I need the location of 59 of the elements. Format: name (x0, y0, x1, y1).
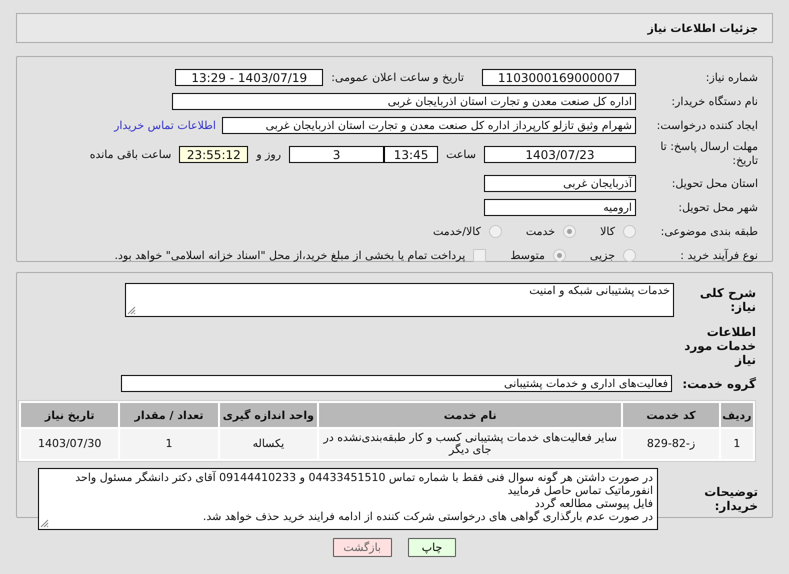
option-label: کالا (600, 224, 615, 238)
field-label: ساعت (446, 148, 476, 160)
option-label: جزیی (590, 248, 615, 262)
resize-grip-icon[interactable] (127, 306, 136, 315)
field-label: استان محل تحویل: (670, 176, 758, 190)
buyer-notes-field: در صورت داشتن هر گونه سوال فنی فقط با شماره تماس 04433451510 و 09144410233 آقای دکتر دانشگر مسئول واحد انفورماتیک تماس حاصل فرمایید فایل پیوستی مطالعه گردد در صورت عدم بارگذاری گواهی های درخواستی شرکت کننده از ادامه فرایند خرید حذف خواهد شد. (38, 468, 658, 530)
checkbox-label: پرداخت تمام یا بخشی از مبلغ خرید،از محل "اسناد خزانه اسلامی" خواهد بود. (114, 248, 466, 262)
field-label: گروه خدمت: (681, 376, 756, 390)
column-header: کد خدمت (623, 403, 719, 427)
field-label: ایجاد کننده درخواست: (656, 118, 758, 132)
option-label: کالا/خدمت (433, 224, 481, 238)
buyer-org-field: اداره کل صنعت معدن و تجارت استان اذربایجان غربی (172, 92, 636, 110)
announce-date-field: 1403/07/19 - 13:29 (175, 68, 324, 86)
radio-button[interactable] (488, 224, 502, 238)
field-label: توضیحات خریدار: (703, 485, 758, 513)
field-label: نام دستگاه خریدار: (670, 94, 758, 108)
back-button[interactable]: بازگشت (333, 538, 392, 557)
page-title: جزئیات اطلاعات نیاز (648, 22, 758, 34)
days-field: 3 (289, 146, 384, 162)
column-header: تعداد / مقدار (120, 403, 218, 427)
field-label: روز و (256, 148, 282, 160)
field-label: شرح کلی نیاز: (698, 286, 756, 314)
requester-field: شهرام وثیق تازلو کارپرداز اداره کل صنعت معدن و تجارت استان اذربایجان غربی (222, 116, 636, 134)
province-field: آذربایجان غربی (484, 174, 636, 192)
field-label: مهلت ارسال پاسخ: تا تاریخ: (659, 140, 758, 168)
description-field: خدمات پشتیبانی شبکه و امنیت (125, 283, 674, 317)
deadline-date-field: 1403/07/23 (484, 146, 636, 162)
resize-grip-icon[interactable] (40, 519, 49, 528)
city-field: ارومیه (484, 198, 636, 216)
table-cell: 1 (120, 429, 218, 459)
radio-button[interactable] (563, 224, 576, 238)
checkbox[interactable] (473, 248, 486, 262)
column-header: ردیف (720, 403, 753, 427)
field-label: شهر محل تحویل: (677, 200, 758, 214)
option-label: خدمت (526, 224, 556, 238)
radio-button[interactable] (552, 248, 566, 262)
field-label: نوع فرآیند خرید : (679, 248, 758, 262)
table-cell: سایر فعالیت‌های خدمات پشتیبانی کسب و کار طبقه‌بندی‌نشده در جای دیگر (319, 429, 622, 459)
field-label: شماره نیاز: (704, 70, 758, 84)
option-label: متوسط (510, 248, 545, 262)
need-number-field: 1103000169000007 (482, 68, 636, 86)
table-cell: یکساله (220, 429, 318, 459)
column-header: واحد اندازه گیری (220, 403, 318, 427)
radio-button[interactable] (623, 248, 636, 262)
section-heading: اطلاعات خدمات مورد نیاز (683, 325, 756, 367)
buyer-contact-link[interactable]: اطلاعات تماس خریدار (114, 118, 216, 132)
column-header: تاریخ نیاز (21, 403, 118, 427)
field-label: ساعت باقی مانده (90, 148, 172, 160)
remaining-time-field: 23:55:12 (179, 146, 248, 162)
field-label: تاریخ و ساعت اعلان عمومی: (331, 70, 464, 84)
radio-button[interactable] (623, 224, 636, 238)
print-button[interactable]: چاپ (408, 538, 456, 557)
field-label: طبقه بندی موضوعی: (660, 224, 758, 238)
table-cell: 1 (720, 429, 753, 459)
deadline-time-field: 13:45 (384, 146, 438, 162)
table-cell: ز-82-829 (623, 429, 719, 459)
service-group-field: فعالیت‌های اداری و خدمات پشتیبانی (121, 375, 672, 392)
table-cell: 1403/07/30 (21, 429, 118, 459)
column-header: نام خدمت (319, 403, 622, 427)
